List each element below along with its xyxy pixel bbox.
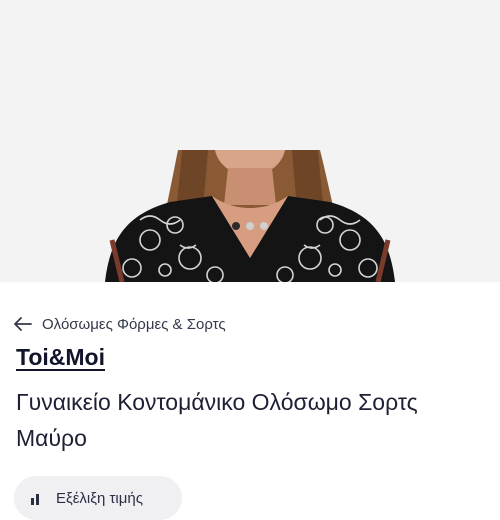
breadcrumb[interactable]: Ολόσωμες Φόρμες & Σορτς [14, 312, 226, 336]
gallery-dot[interactable] [232, 222, 240, 230]
gallery-dot[interactable] [260, 222, 268, 230]
product-image-gallery[interactable] [0, 0, 500, 282]
arrow-left-icon[interactable] [14, 317, 32, 331]
price-history-button[interactable]: Εξέλιξη τιμής [14, 476, 182, 520]
gallery-pagination [0, 222, 500, 230]
product-photo [105, 150, 395, 282]
product-title: Γυναικείο Κοντομάνικο Ολόσωμο Σορτς Μαύρ… [16, 389, 418, 451]
breadcrumb-label[interactable]: Ολόσωμες Φόρμες & Σορτς [42, 316, 226, 333]
brand-link[interactable]: Toi&Moi [16, 344, 105, 371]
gallery-dot[interactable] [246, 222, 254, 230]
bar-chart-icon [30, 491, 44, 505]
price-history-label: Εξέλιξη τιμής [56, 489, 143, 507]
